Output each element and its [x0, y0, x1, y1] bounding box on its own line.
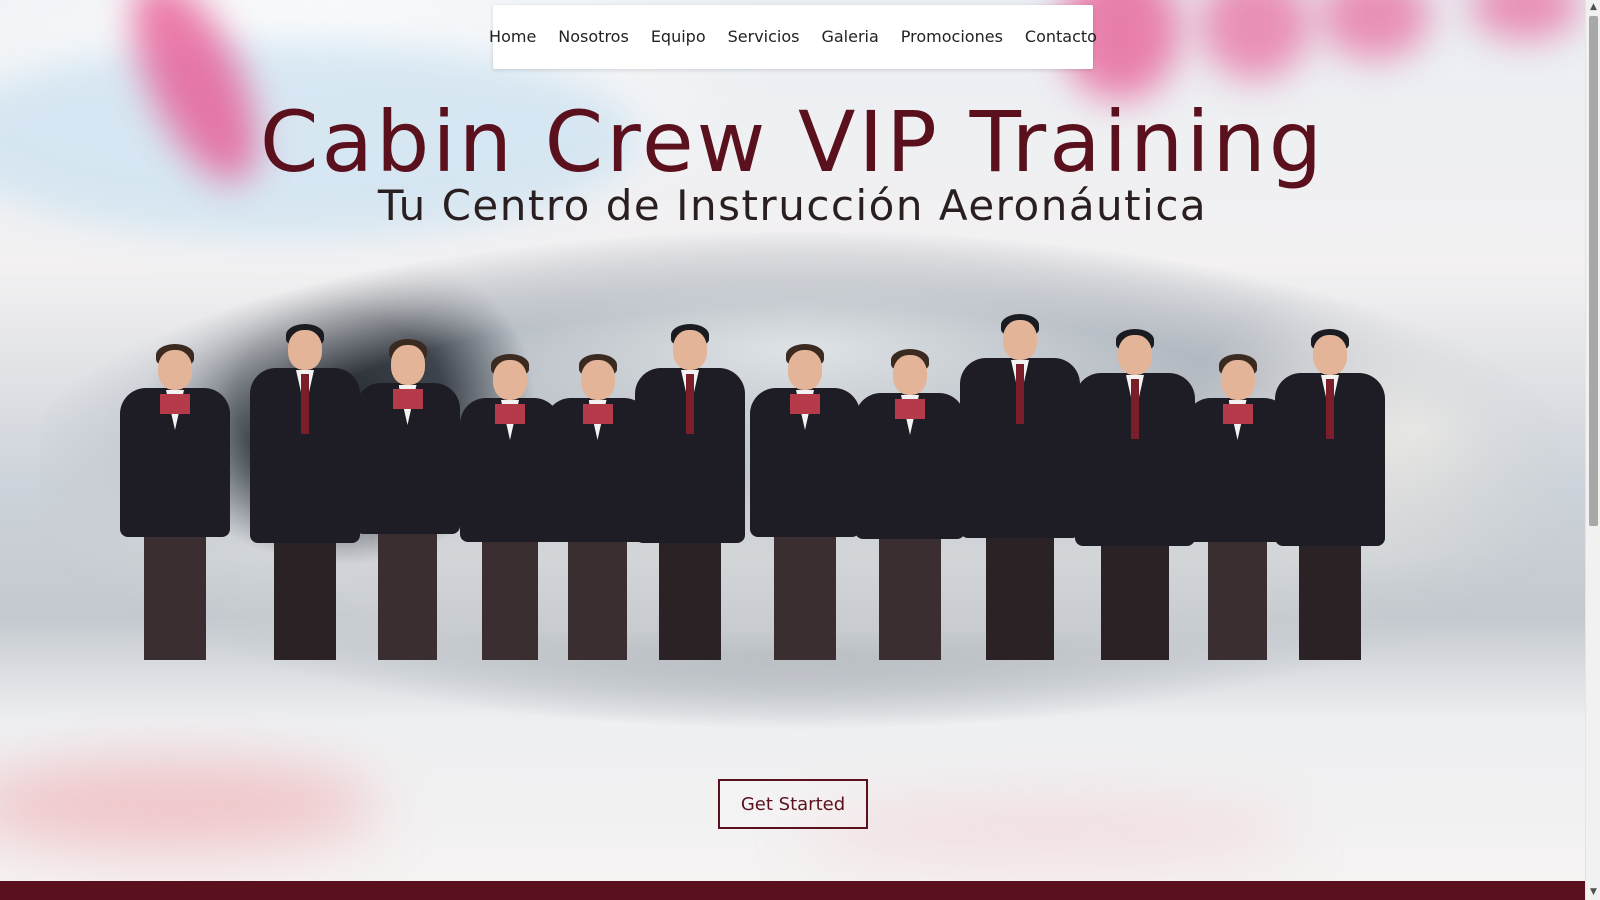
crew-member-figure: [635, 310, 745, 660]
crew-figure-part: [582, 404, 613, 424]
crew-figure-part: [1101, 545, 1169, 660]
crew-figure-part: [1016, 364, 1024, 424]
aircraft-livery-blur: [1200, 0, 1310, 80]
crew-figure-part: [1208, 542, 1267, 660]
crew-figure-part: [495, 404, 525, 424]
nav-item-home[interactable]: Home: [478, 5, 547, 69]
crew-figure-part: [144, 536, 206, 660]
main-navigation: Home Nosotros Equipo Servicios Galeria P…: [489, 5, 1097, 69]
crew-figure-part: [1313, 335, 1347, 375]
nav-item-servicios[interactable]: Servicios: [717, 5, 811, 69]
crew-figure-part: [158, 350, 192, 390]
crew-figure-part: [1220, 360, 1255, 400]
crew-member-figure: [355, 325, 460, 660]
crew-figure-part: [893, 355, 927, 395]
crew-figure-part: [879, 539, 941, 660]
crew-figure-part: [288, 330, 322, 370]
crew-member-figure: [855, 335, 965, 660]
crew-member-figure: [120, 330, 230, 660]
ground-blur: [0, 760, 380, 850]
crew-figure-part: [1131, 379, 1139, 439]
crew-figure-part: [895, 399, 925, 419]
crew-figure-part: [160, 394, 190, 414]
crew-figure-part: [790, 394, 820, 414]
cabin-crew-photo: [100, 280, 1430, 660]
aircraft-livery-blur: [1470, 0, 1580, 40]
nav-item-contacto[interactable]: Contacto: [1014, 5, 1108, 69]
footer-bar: [0, 881, 1585, 900]
hero-title: Cabin Crew VIP Training: [259, 93, 1326, 191]
crew-figure-part: [774, 536, 836, 660]
crew-figure-part: [274, 543, 336, 660]
crew-figure-part: [301, 374, 309, 434]
ground-blur: [800, 800, 1300, 860]
crew-figure-part: [392, 389, 423, 409]
triangle-down-icon[interactable]: ▼: [1586, 885, 1600, 900]
crew-figure-part: [788, 350, 822, 390]
crew-member-figure: [250, 310, 360, 660]
crew-figure-part: [1299, 545, 1361, 660]
nav-item-galeria[interactable]: Galeria: [810, 5, 889, 69]
vertical-scrollbar[interactable]: ▲ ▼: [1585, 0, 1600, 900]
triangle-up-icon[interactable]: ▲: [1586, 0, 1600, 15]
crew-figure-part: [1118, 335, 1152, 375]
hero-subtitle: Tu Centro de Instrucción Aeronáutica: [377, 181, 1208, 230]
nav-item-promociones[interactable]: Promociones: [890, 5, 1014, 69]
crew-member-figure: [1275, 315, 1385, 660]
crew-figure-part: [568, 542, 627, 660]
nav-item-nosotros[interactable]: Nosotros: [547, 5, 640, 69]
crew-member-figure: [750, 330, 860, 660]
crew-figure-part: [482, 542, 538, 660]
crew-figure-part: [493, 360, 527, 400]
crew-member-figure: [960, 300, 1080, 660]
crew-figure-part: [986, 538, 1054, 660]
crew-figure-part: [378, 533, 437, 660]
crew-figure-part: [659, 543, 721, 660]
crew-member-figure: [1075, 315, 1195, 660]
crew-figure-part: [1003, 320, 1037, 360]
nav-item-equipo[interactable]: Equipo: [640, 5, 717, 69]
crew-figure-part: [686, 374, 694, 434]
crew-figure-part: [390, 345, 425, 385]
crew-figure-part: [1222, 404, 1253, 424]
crew-figure-part: [580, 360, 615, 400]
scrollbar-thumb[interactable]: [1589, 16, 1598, 526]
get-started-button[interactable]: Get Started: [718, 779, 868, 829]
aircraft-livery-blur: [1320, 0, 1430, 60]
crew-figure-part: [1326, 379, 1334, 439]
crew-figure-part: [673, 330, 707, 370]
